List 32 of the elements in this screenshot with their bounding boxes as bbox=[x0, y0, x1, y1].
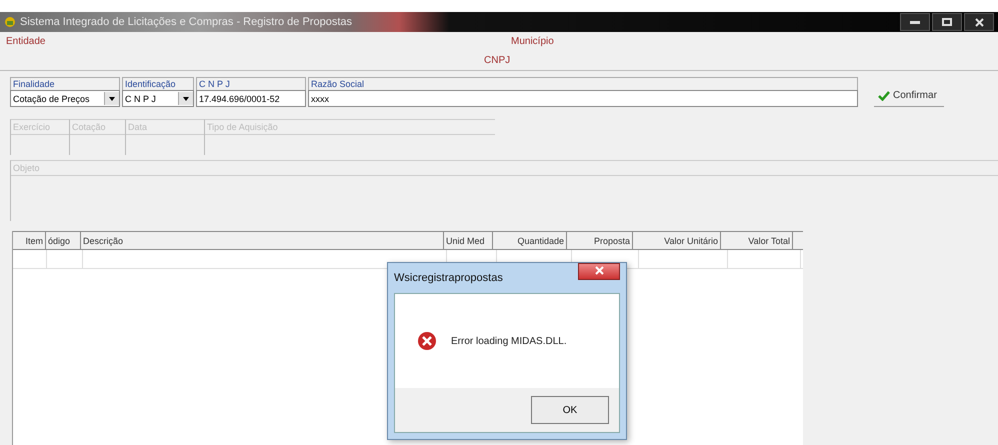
app-icon bbox=[4, 16, 16, 28]
window-title: Sistema Integrado de Licitações e Compras - Registro de Propostas bbox=[20, 16, 352, 28]
dropdown-field[interactable]: Cotação de Preços bbox=[10, 90, 120, 107]
dialog-title: Wsicregistrapropostas bbox=[394, 272, 503, 284]
column-header: Proposta bbox=[567, 232, 633, 249]
dropdown-field[interactable]: C N P J bbox=[122, 90, 194, 107]
maximize-icon bbox=[942, 18, 952, 26]
entidade-label: Entidade bbox=[6, 36, 46, 49]
checkmark-icon bbox=[878, 90, 890, 100]
maximize-button[interactable] bbox=[932, 13, 962, 31]
input-field[interactable]: xxxx bbox=[308, 90, 858, 107]
close-button[interactable] bbox=[578, 263, 620, 280]
cnpj-label: CNPJ bbox=[484, 54, 510, 66]
close-button[interactable] bbox=[964, 13, 994, 31]
column-header: Quantidade bbox=[493, 232, 567, 249]
caret-icon bbox=[109, 96, 115, 100]
ok-button[interactable]: OK bbox=[531, 396, 609, 424]
column-header: Unid Med bbox=[444, 232, 493, 249]
column-header: Item bbox=[13, 232, 46, 249]
error-message: Error loading MIDAS.DLL. bbox=[451, 336, 567, 346]
close-icon bbox=[974, 18, 984, 26]
input-field[interactable]: 17.494.696/0001-52 bbox=[196, 90, 306, 107]
municipio-label: Município bbox=[511, 36, 555, 49]
column-header: Descrição bbox=[81, 232, 444, 249]
minimize-icon bbox=[910, 20, 920, 24]
error-icon bbox=[417, 331, 437, 351]
column-header: ódigo bbox=[46, 232, 81, 249]
close-icon bbox=[594, 266, 604, 274]
column-header: Valor Total bbox=[721, 232, 793, 249]
column-header: Valor Unitário bbox=[633, 232, 721, 249]
minimize-button[interactable] bbox=[900, 13, 930, 31]
caret-icon bbox=[183, 96, 189, 100]
